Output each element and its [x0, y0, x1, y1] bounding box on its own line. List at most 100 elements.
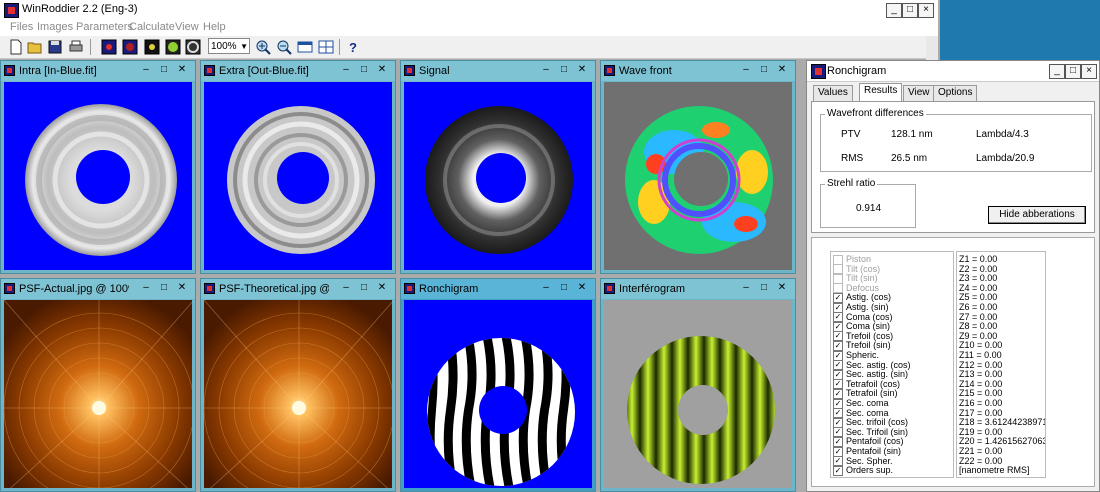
close-button[interactable]: ✕ — [373, 64, 391, 75]
zernike-item[interactable]: Z20 = 1.42615627063996 — [959, 436, 1045, 446]
interferogram-window[interactable]: Interférogram – □ ✕ — [600, 278, 796, 492]
window-title-bar[interactable]: Ronchigram – □ ✕ — [401, 279, 595, 299]
maximize-button[interactable]: □ — [555, 64, 573, 75]
window-icon[interactable] — [4, 283, 15, 294]
aberration-item[interactable]: ✓ Sec. trifoil (cos) — [833, 417, 908, 428]
print-icon[interactable] — [68, 39, 84, 55]
window-title-bar[interactable]: Intra [In-Blue.fit] – □ ✕ — [1, 61, 195, 81]
zoom-out-icon[interactable] — [276, 39, 292, 55]
menu-help[interactable]: Help — [203, 21, 226, 33]
window-controls[interactable]: – □ ✕ — [537, 64, 591, 75]
maximize-button[interactable]: □ — [355, 282, 373, 293]
aberration-item[interactable]: ✓ Trefoil (cos) — [833, 331, 893, 342]
main-title-bar[interactable]: WinRoddier 2.2 (Eng-3) _ □ × — [0, 0, 938, 21]
psf-theoretical-window[interactable]: PSF-Theoretical.jpg @ 10... –□✕ — [200, 278, 396, 492]
zernike-item[interactable]: Z11 = 0.00 — [959, 350, 1002, 360]
maximize-button[interactable]: □ — [555, 282, 573, 293]
aberration-item[interactable]: ✓ Tetrafoil (cos) — [833, 379, 900, 390]
window-controls[interactable]: – □ ✕ — [137, 64, 191, 75]
window-title-bar[interactable]: Extra [Out-Blue.fit] – □ ✕ — [201, 61, 395, 81]
aberration-item[interactable]: ✓ Orders sup. — [833, 465, 893, 476]
intra-window[interactable]: Intra [In-Blue.fit] – □ ✕ — [0, 60, 196, 274]
menu-files[interactable]: Files — [10, 21, 33, 33]
zernike-item[interactable]: Z15 = 0.00 — [959, 388, 1002, 398]
window-controls[interactable]: – □ ✕ — [337, 282, 391, 293]
zernike-item[interactable]: Z10 = 0.00 — [959, 340, 1002, 350]
zernike-item[interactable]: Z18 = 3.61244238971906 — [959, 417, 1045, 427]
window-controls[interactable]: – □ ✕ — [337, 64, 391, 75]
minimize-button[interactable]: – — [137, 64, 155, 75]
minimize-button[interactable]: – — [337, 282, 355, 293]
tab-view[interactable]: View — [903, 85, 935, 102]
aberration-item[interactable]: ✓ Sec. coma — [833, 398, 889, 409]
window-title-bar[interactable]: PSF-Actual.jpg @ 100% (R... –□✕ — [1, 279, 195, 299]
minimize-button[interactable]: _ — [886, 3, 902, 18]
psf-actual-window[interactable]: PSF-Actual.jpg @ 100% (R... –□✕ — [0, 278, 196, 492]
zernike-item[interactable]: Z2 = 0.00 — [959, 264, 997, 274]
minimize-button[interactable]: – — [537, 282, 555, 293]
window-icon[interactable] — [4, 65, 15, 76]
open-folder-icon[interactable] — [27, 39, 43, 55]
app-icon[interactable] — [811, 64, 826, 79]
zernike-item[interactable]: Z8 = 0.00 — [959, 321, 997, 331]
close-button[interactable]: ✕ — [573, 282, 591, 293]
aberration-item[interactable]: ✓ Sec. astig. (cos) — [833, 360, 911, 371]
window-title-bar[interactable]: PSF-Theoretical.jpg @ 10... –□✕ — [201, 279, 395, 299]
aberration-item[interactable]: ✓ Pentafoil (sin) — [833, 446, 901, 457]
zernike-item[interactable]: [nanometre RMS] — [959, 465, 1030, 475]
aberration-item[interactable]: ✓ Trefoil (sin) — [833, 340, 891, 352]
ronchigram-panel[interactable]: Ronchigram _ □ × Values Results View Opt… — [806, 60, 1100, 492]
zernike-item[interactable]: Z19 = 0.00 — [959, 427, 1002, 437]
tab-options[interactable]: Options — [933, 85, 978, 102]
window-icon[interactable] — [404, 65, 415, 76]
aberration-item[interactable]: ✓ Sec. Spher. — [833, 456, 893, 467]
main-scrollbar[interactable] — [926, 36, 938, 60]
window-icon[interactable] — [604, 283, 615, 294]
zernike-item[interactable]: Z6 = 0.00 — [959, 302, 997, 312]
window-icon[interactable] — [404, 283, 415, 294]
maximize-button[interactable]: □ — [155, 282, 173, 293]
tile-icon[interactable] — [318, 39, 334, 55]
window-controls[interactable]: – □ ✕ — [137, 282, 191, 293]
aberration-item[interactable]: ✓ Spheric. — [833, 350, 879, 361]
minimize-button[interactable]: – — [737, 282, 755, 293]
zernike-item[interactable]: Z16 = 0.00 — [959, 398, 1002, 408]
zoom-in-icon[interactable] — [255, 39, 271, 55]
new-file-icon[interactable] — [8, 39, 24, 55]
app-icon[interactable] — [4, 3, 19, 18]
close-button[interactable]: ✕ — [773, 64, 791, 75]
window-icon[interactable] — [204, 65, 215, 76]
zernike-item[interactable]: Z12 = 0.00 — [959, 360, 1002, 370]
aberration-item[interactable]: ✓ Sec. coma — [833, 408, 889, 419]
window-icon[interactable] — [204, 283, 215, 294]
checkbox[interactable]: ✓ — [833, 465, 843, 476]
minimize-button[interactable]: _ — [1049, 64, 1065, 79]
window-controls[interactable]: – □ ✕ — [737, 64, 791, 75]
close-button[interactable]: ✕ — [573, 64, 591, 75]
zernike-item[interactable]: Z9 = 0.00 — [959, 331, 997, 341]
hide-aberrations-button[interactable]: Hide abberations — [988, 206, 1086, 224]
tab-values[interactable]: Values — [813, 85, 853, 102]
zernike-item[interactable]: Z7 = 0.00 — [959, 312, 997, 322]
close-button[interactable]: ✕ — [173, 282, 191, 293]
signal-window[interactable]: Signal – □ ✕ — [400, 60, 596, 274]
zernike-item[interactable]: Z1 = 0.00 — [959, 254, 997, 264]
aberration-item[interactable]: ✓ Coma (sin) — [833, 321, 890, 332]
wavefront-window[interactable]: Wave front – □ ✕ — [600, 60, 796, 274]
zernike-item[interactable]: Z14 = 0.00 — [959, 379, 1002, 389]
minimize-button[interactable]: – — [337, 64, 355, 75]
zernike-item[interactable]: Z5 = 0.00 — [959, 292, 997, 302]
zernike-item[interactable]: Z17 = 0.00 — [959, 408, 1002, 418]
aberration-checklist[interactable]: Piston Tilt (cos) Tilt (sin) Defocus ✓ Astig.… — [830, 251, 954, 478]
window-title-bar[interactable]: Interférogram – □ ✕ — [601, 279, 795, 299]
window-icon[interactable] — [604, 65, 615, 76]
zernike-item[interactable]: Z21 = 0.00 — [959, 446, 1002, 456]
close-button[interactable]: ✕ — [373, 282, 391, 293]
maximize-button[interactable]: □ — [755, 282, 773, 293]
window-controls[interactable]: – □ ✕ — [737, 282, 791, 293]
panel-title-bar[interactable]: Ronchigram _ □ × — [807, 61, 1099, 82]
menu-calculate[interactable]: Calculate — [129, 21, 175, 33]
aberration-item[interactable]: ✓ Astig. (cos) — [833, 292, 891, 304]
ronchigram-window[interactable]: Ronchigram – □ ✕ — [400, 278, 596, 492]
zernike-list[interactable]: Z1 = 0.00 Z2 = 0.00 Z3 = 0.00 Z4 = 0.00 Z5 =… — [956, 251, 1046, 478]
